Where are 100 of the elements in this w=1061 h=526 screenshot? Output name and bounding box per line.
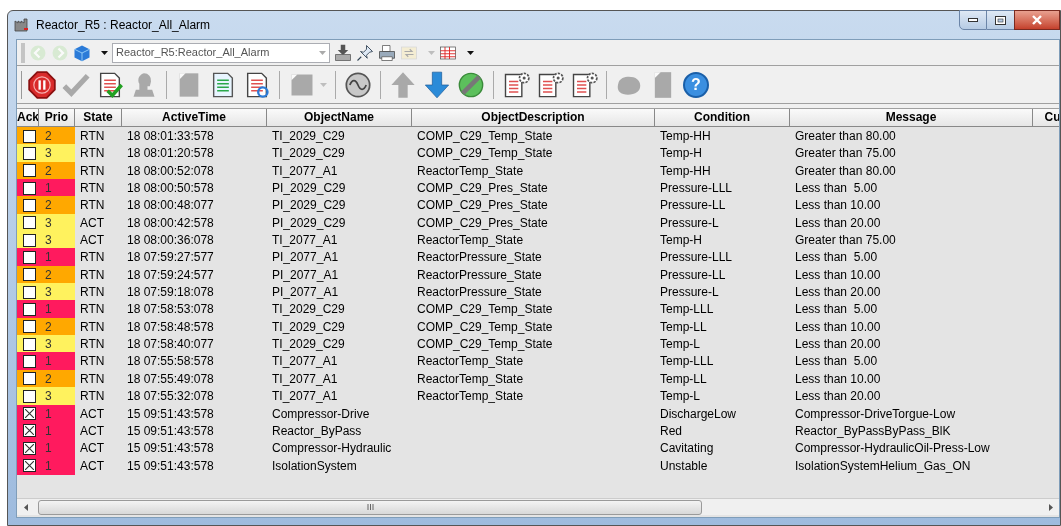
close-button[interactable] (1014, 10, 1060, 30)
ack-checkbox[interactable] (23, 459, 36, 473)
table-cell-text: 18 07:58:53:078 (126, 301, 215, 319)
table-cell-text: 15 09:51:43:578 (126, 405, 215, 423)
ack-checkbox[interactable] (23, 302, 36, 316)
table-cell-text: Less than 20.00 (794, 388, 882, 406)
column-header[interactable]: Cu (1033, 109, 1059, 127)
table-cell-text: ACT (79, 214, 105, 232)
cross-icon (25, 443, 34, 453)
table-cell-text: Temp-LLL (659, 353, 715, 371)
priority-text: 3 (45, 145, 52, 163)
document-gear-icon[interactable] (536, 70, 564, 99)
ack-checkbox[interactable] (23, 129, 36, 143)
table-cell-text: DischargeLow (659, 405, 738, 423)
column-header[interactable]: Condition (655, 109, 790, 127)
document-gear-icon[interactable] (502, 70, 530, 99)
table-cell-text: TI_2029_C29 (271, 336, 346, 354)
down-arrow-icon[interactable] (423, 70, 451, 99)
priority-text: 3 (45, 214, 52, 232)
caret-icon[interactable] (467, 50, 474, 55)
caret-icon[interactable] (101, 50, 108, 55)
table-cell-text: ReactorTemp_State (416, 162, 525, 180)
left-arrow-icon (23, 503, 28, 511)
ack-checkbox[interactable] (23, 216, 36, 230)
table-cell-text: Unstable (659, 457, 709, 475)
priority-text: 1 (45, 353, 52, 371)
minimize-button[interactable] (959, 10, 987, 30)
cross-icon (25, 461, 34, 471)
pin-icon[interactable] (356, 43, 374, 62)
ack-checkbox[interactable] (23, 198, 36, 212)
ack-checkbox[interactable] (23, 285, 36, 299)
table-cell-text: ReactorPressure_State (416, 284, 543, 302)
scrollbar-thumb[interactable] (38, 499, 702, 515)
table-cell-text: 18 08:00:42:578 (126, 214, 215, 232)
download-tray-icon[interactable] (334, 43, 352, 62)
column-header[interactable]: ActiveTime (122, 109, 267, 127)
priority-text: 3 (45, 284, 52, 302)
ack-checkbox[interactable] (23, 407, 36, 420)
ack-checkbox[interactable] (23, 164, 36, 178)
ack-checkbox[interactable] (23, 146, 36, 160)
cube-icon[interactable] (73, 43, 91, 62)
table-cell-text: Greater than 75.00 (794, 232, 897, 250)
table-cell-text: 18 07:58:48:578 (126, 318, 215, 336)
ack-checkbox[interactable] (23, 320, 36, 334)
address-combo-box[interactable]: Reactor_R5:Reactor_All_Alarm (112, 42, 330, 63)
ack-checkbox[interactable] (23, 233, 36, 247)
table-cell-text: RTN (79, 180, 106, 198)
column-header[interactable]: ObjectName (267, 109, 412, 127)
priority-text: 1 (45, 301, 52, 319)
ack-checkbox[interactable] (23, 268, 36, 282)
priority-text: 2 (45, 266, 52, 284)
column-header[interactable]: ObjectDescription (412, 109, 655, 127)
ack-checkbox[interactable] (23, 250, 36, 264)
ack-checkbox[interactable] (23, 337, 36, 351)
table-cell-text: TI_2077_A1 (271, 353, 339, 371)
table-cell-text: PI_2077_A1 (271, 249, 340, 267)
column-header[interactable]: Message (790, 109, 1033, 127)
ack-checkbox[interactable] (23, 424, 36, 438)
table-cell-text: ReactorPressure_State (416, 249, 543, 267)
table-cell-text: Red (659, 422, 683, 440)
table-cell-text: TI_2077_A1 (271, 370, 339, 388)
table-cell-text: RTN (79, 128, 106, 145)
table-cell-text: 18 07:59:18:078 (126, 284, 215, 302)
table-cell-text: Compressor-DriveTorgue-Low (794, 405, 957, 423)
table-cell-text: RTN (79, 318, 106, 336)
table-cell-text: ACT (79, 405, 105, 423)
table-cell-text: ReactorTemp_State (416, 370, 525, 388)
table-cell-text: PI_2029_C29 (271, 180, 347, 198)
close-icon (1031, 15, 1043, 25)
ack-checkbox[interactable] (23, 354, 36, 368)
table-cell-text: RTN (79, 266, 106, 284)
wave-icon[interactable] (344, 70, 372, 99)
table-cell-text: COMP_C29_Temp_State (416, 318, 554, 336)
ack-checkbox[interactable] (23, 372, 36, 386)
table-cell-text: RTN (79, 197, 106, 215)
table-cell-text: Greater than 80.00 (794, 128, 897, 145)
priority-text: 2 (45, 162, 52, 180)
ack-checkbox[interactable] (23, 181, 36, 195)
column-header[interactable]: State (75, 109, 122, 127)
ack-checkbox[interactable] (23, 389, 36, 403)
priority-text: 3 (45, 232, 52, 250)
cross-icon (25, 409, 34, 418)
table-cell-text: TI_2029_C29 (271, 301, 346, 319)
printer-icon[interactable] (378, 43, 396, 62)
table-cell-text: RTN (79, 284, 106, 302)
table-cell-text: COMP_C29_Temp_State (416, 128, 554, 145)
maximize-button[interactable] (987, 10, 1014, 30)
priority-text: 3 (45, 336, 52, 354)
table-cell-text: Less than 5.00 (794, 301, 879, 319)
column-header[interactable]: Prio (39, 109, 75, 127)
stop-icon[interactable] (28, 70, 56, 99)
table-cell-text: Less than 5.00 (794, 353, 879, 371)
maximize-icon (995, 15, 1006, 25)
grid-icon[interactable] (439, 43, 457, 62)
table-cell-text: Less than 20.00 (794, 284, 882, 302)
table-cell-text: Less than 10.00 (794, 197, 882, 215)
link-icon[interactable] (457, 70, 485, 99)
ack-checkbox[interactable] (23, 441, 36, 455)
document-gear-icon[interactable] (570, 70, 598, 99)
table-cell-text: Temp-HH (659, 128, 712, 145)
